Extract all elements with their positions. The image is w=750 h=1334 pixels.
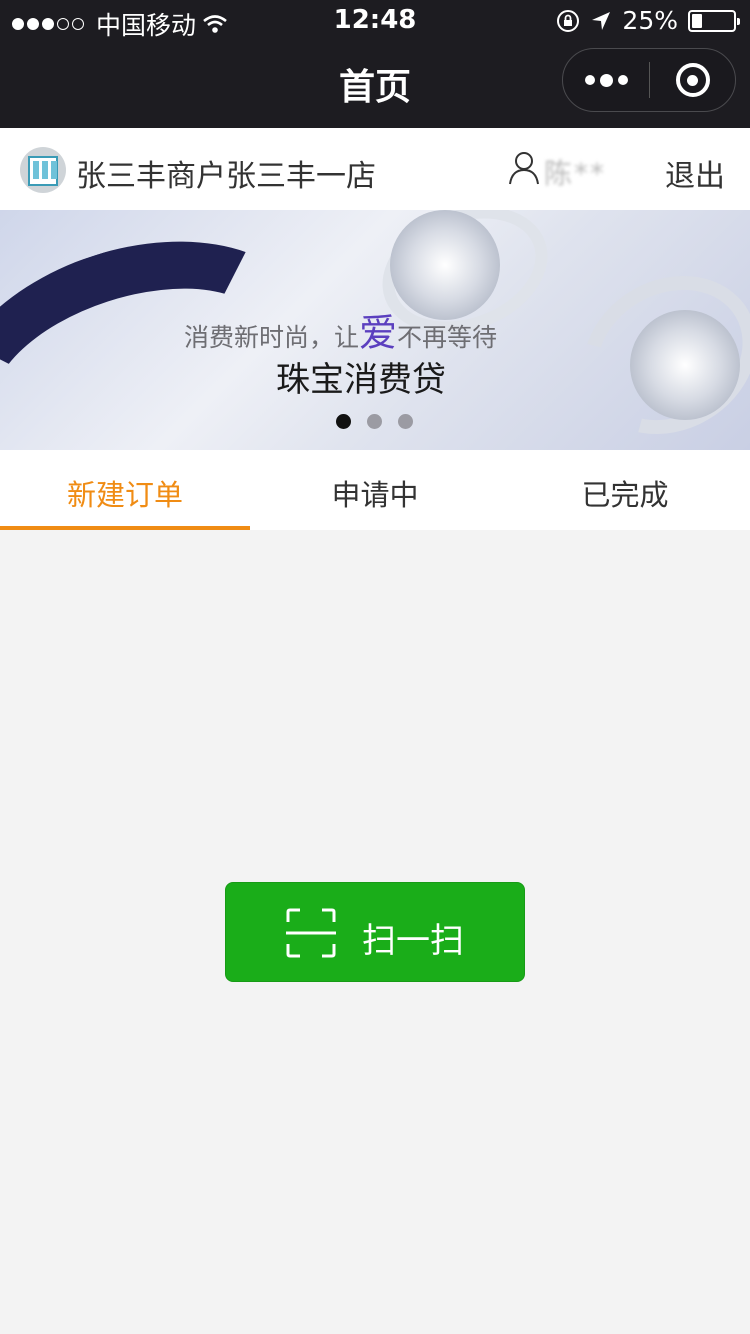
battery-percent: 25% [622, 6, 678, 35]
banner-headline: 珠宝消费贷 [276, 360, 446, 400]
tab-completed[interactable]: 已完成 [500, 450, 750, 530]
scan-button[interactable]: 扫一扫 [225, 882, 525, 982]
tab-new-order[interactable]: 新建订单 [0, 450, 250, 530]
ellipsis-icon[interactable] [563, 49, 649, 111]
tab-applying[interactable]: 申请中 [250, 450, 500, 530]
top-bar: 中国移动 12:48 25% 首页 [0, 0, 750, 128]
status-bar: 中国移动 12:48 25% [0, 0, 750, 40]
scan-frame-icon [286, 908, 336, 958]
logout-button[interactable]: 退出 [665, 151, 725, 195]
order-tabs: 新建订单 申请中 已完成 [0, 450, 750, 530]
pager-dot[interactable] [336, 414, 351, 429]
banner-pager [336, 414, 413, 429]
user-name: 陈** [544, 157, 607, 190]
location-arrow-icon [592, 11, 611, 30]
merchant-name: 张三丰商户张三丰一店 [76, 159, 376, 194]
scan-button-label: 扫一扫 [362, 921, 464, 961]
diamond-image-2 [630, 310, 740, 420]
mini-program-capsule [562, 48, 736, 112]
promo-banner[interactable]: 消费新时尚，让爱不再等待 珠宝消费贷 [0, 210, 750, 450]
pager-dot[interactable] [367, 414, 382, 429]
banner-tagline: 消费新时尚，让爱不再等待 [184, 311, 498, 355]
target-icon[interactable] [650, 49, 735, 111]
pager-dot[interactable] [398, 414, 413, 429]
rotation-lock-icon [557, 9, 580, 32]
merchant-avatar [20, 147, 66, 193]
battery-icon [688, 9, 740, 32]
merchant-bar: 张三丰商户张三丰一店 陈** 退出 [0, 128, 750, 210]
user-icon [509, 152, 539, 185]
